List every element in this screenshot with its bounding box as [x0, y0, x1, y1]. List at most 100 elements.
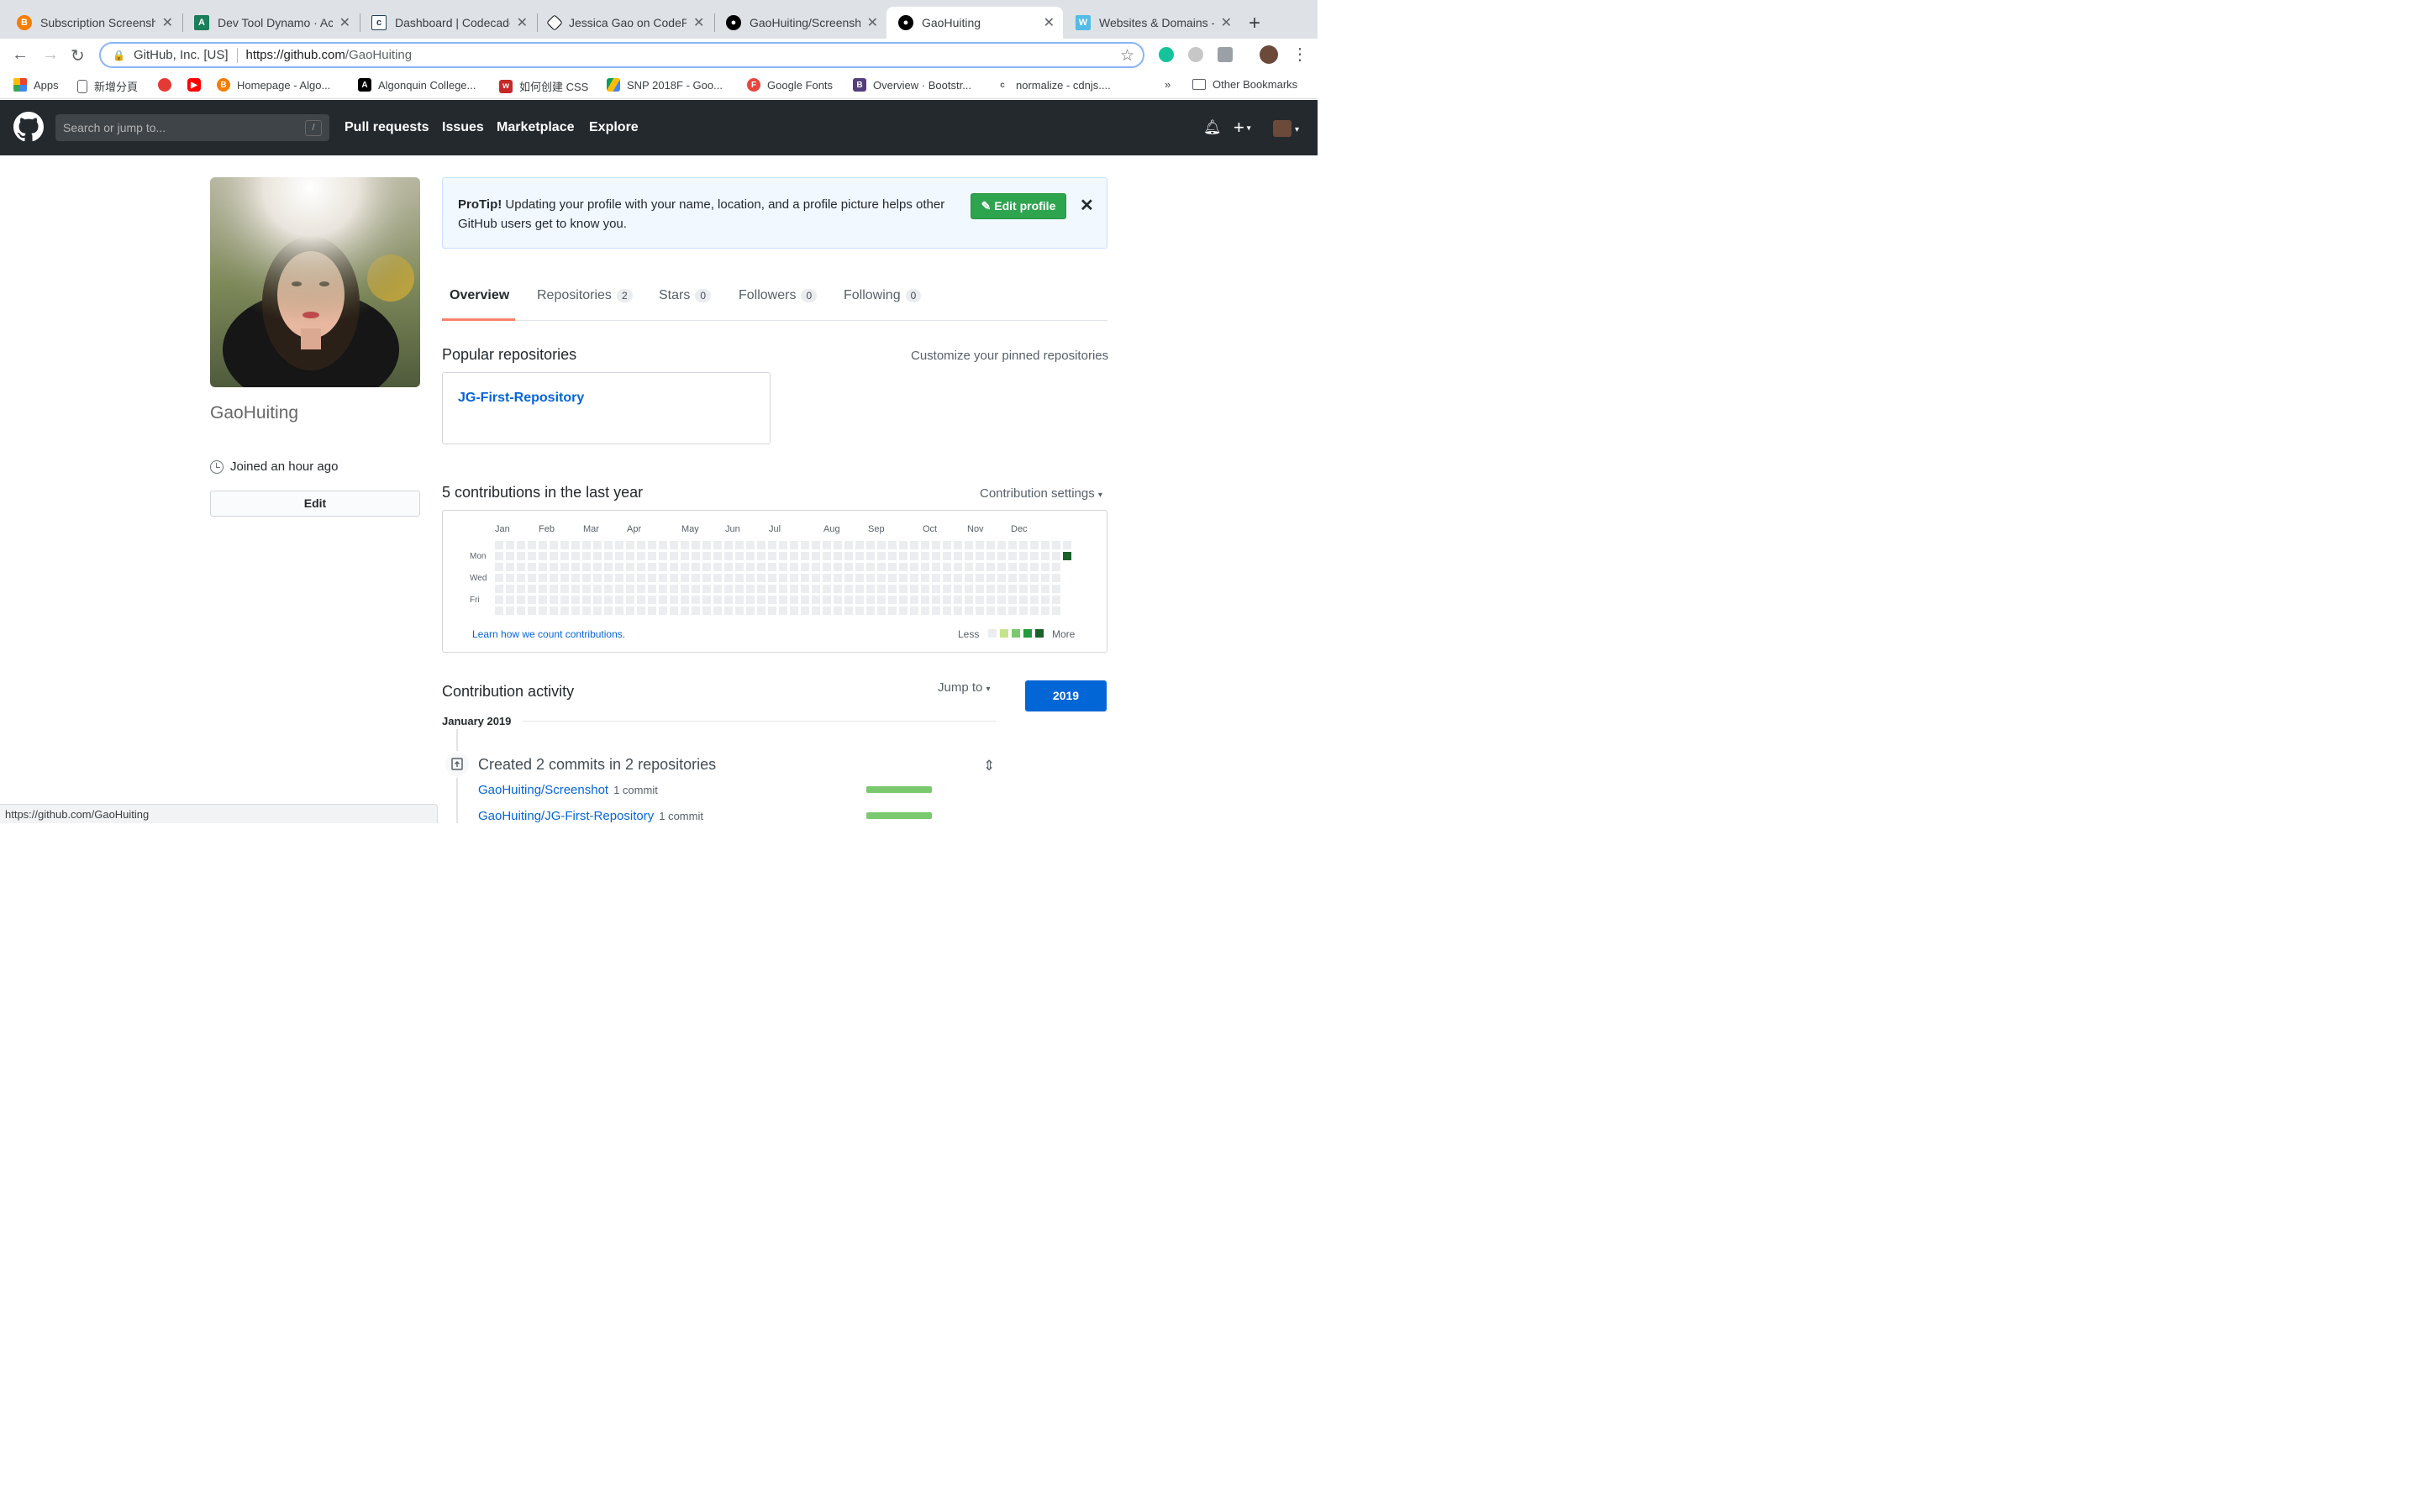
contribution-day[interactable]: [724, 585, 733, 593]
contribution-day[interactable]: [713, 606, 722, 615]
contribution-day[interactable]: [604, 563, 613, 571]
contribution-day[interactable]: [615, 574, 623, 582]
contribution-day[interactable]: [582, 541, 591, 549]
contribution-day[interactable]: [648, 563, 656, 571]
contribution-day[interactable]: [834, 585, 842, 593]
contribution-day[interactable]: [812, 541, 820, 549]
contribution-day[interactable]: [1041, 552, 1050, 560]
contribution-day[interactable]: [943, 606, 951, 615]
contribution-day[interactable]: [582, 563, 591, 571]
contribution-day[interactable]: [823, 585, 831, 593]
contribution-day[interactable]: [746, 574, 755, 582]
contribution-day[interactable]: [986, 606, 995, 615]
contribution-day[interactable]: [571, 541, 580, 549]
contribution-day[interactable]: [986, 541, 995, 549]
contribution-day[interactable]: [910, 541, 918, 549]
contribution-day[interactable]: [637, 574, 645, 582]
contribution-day[interactable]: [746, 541, 755, 549]
contribution-day[interactable]: [648, 541, 656, 549]
contribution-day[interactable]: [582, 574, 591, 582]
contribution-day[interactable]: [517, 596, 525, 604]
contribution-day[interactable]: [582, 606, 591, 615]
contribution-day[interactable]: [1030, 541, 1039, 549]
contribution-day[interactable]: [768, 606, 776, 615]
contribution-day[interactable]: [779, 596, 787, 604]
contribution-day[interactable]: [976, 606, 984, 615]
contribution-day[interactable]: [1052, 563, 1060, 571]
browser-tab[interactable]: c Dashboard | Codecade ✕: [360, 7, 536, 39]
contribution-day[interactable]: [626, 563, 634, 571]
contribution-day[interactable]: [670, 585, 678, 593]
contribution-day[interactable]: [659, 596, 667, 604]
contribution-day[interactable]: [582, 585, 591, 593]
contribution-day[interactable]: [866, 541, 875, 549]
contribution-day[interactable]: [550, 541, 558, 549]
contribution-day[interactable]: [1063, 541, 1071, 549]
contribution-day[interactable]: [976, 552, 984, 560]
contribution-day[interactable]: [692, 574, 700, 582]
contribution-day[interactable]: [1019, 596, 1028, 604]
contribution-day[interactable]: [593, 552, 602, 560]
contribution-day[interactable]: [844, 606, 853, 615]
contribution-day[interactable]: [724, 574, 733, 582]
bookmarks-overflow[interactable]: »: [1165, 78, 1171, 91]
contribution-day[interactable]: [604, 585, 613, 593]
contribution-day[interactable]: [593, 563, 602, 571]
contribution-day[interactable]: [550, 574, 558, 582]
contribution-day[interactable]: [910, 606, 918, 615]
contribution-day[interactable]: [812, 585, 820, 593]
edit-profile-button[interactable]: Edit: [210, 491, 420, 517]
contribution-day[interactable]: [866, 596, 875, 604]
contribution-day[interactable]: [550, 585, 558, 593]
contribution-day[interactable]: [757, 552, 765, 560]
contribution-day[interactable]: [779, 585, 787, 593]
contribution-day[interactable]: [866, 574, 875, 582]
github-logo-icon[interactable]: [13, 112, 44, 142]
repo-link[interactable]: GaoHuiting/Screenshot: [478, 783, 608, 797]
contribution-day[interactable]: [604, 574, 613, 582]
contribution-day[interactable]: [965, 574, 973, 582]
contribution-day[interactable]: [921, 541, 929, 549]
contribution-day[interactable]: [779, 541, 787, 549]
contribution-day[interactable]: [735, 541, 744, 549]
contribution-day[interactable]: [626, 541, 634, 549]
contribution-day[interactable]: [997, 563, 1006, 571]
contribution-day[interactable]: [528, 552, 536, 560]
contribution-day[interactable]: [888, 606, 897, 615]
contribution-day[interactable]: [801, 574, 809, 582]
contribution-day[interactable]: [888, 574, 897, 582]
contribution-day[interactable]: [517, 541, 525, 549]
contribution-day[interactable]: [735, 585, 744, 593]
contribution-day[interactable]: [724, 596, 733, 604]
contribution-day[interactable]: [921, 596, 929, 604]
reload-icon[interactable]: ↻: [71, 45, 85, 66]
contribution-day[interactable]: [713, 585, 722, 593]
contribution-day[interactable]: [495, 563, 503, 571]
chevron-down-icon[interactable]: ▾: [1295, 125, 1299, 134]
contribution-day[interactable]: [670, 596, 678, 604]
contribution-day[interactable]: [550, 563, 558, 571]
contribution-day[interactable]: [757, 574, 765, 582]
contribution-day[interactable]: [834, 541, 842, 549]
contribution-day[interactable]: [659, 563, 667, 571]
contribution-day[interactable]: [779, 552, 787, 560]
contribution-day[interactable]: [1008, 563, 1017, 571]
contribution-day[interactable]: [1030, 563, 1039, 571]
contribution-day[interactable]: [550, 606, 558, 615]
contribution-day[interactable]: [855, 541, 864, 549]
contribution-day[interactable]: [812, 606, 820, 615]
forward-icon[interactable]: →: [42, 45, 59, 65]
contribution-day[interactable]: [560, 585, 569, 593]
contribution-day[interactable]: [528, 596, 536, 604]
contribution-day[interactable]: [932, 541, 940, 549]
contribution-day[interactable]: [495, 585, 503, 593]
contribution-day[interactable]: [899, 563, 908, 571]
contribution-day[interactable]: [615, 563, 623, 571]
commit-count[interactable]: 1 commit: [659, 810, 703, 822]
contribution-day[interactable]: [637, 596, 645, 604]
tab-followers[interactable]: Followers 0: [739, 288, 818, 303]
bookmark-item[interactable]: 新增分頁: [77, 78, 138, 94]
contribution-day[interactable]: [681, 541, 689, 549]
contribution-day[interactable]: [866, 552, 875, 560]
contribution-day[interactable]: [943, 596, 951, 604]
